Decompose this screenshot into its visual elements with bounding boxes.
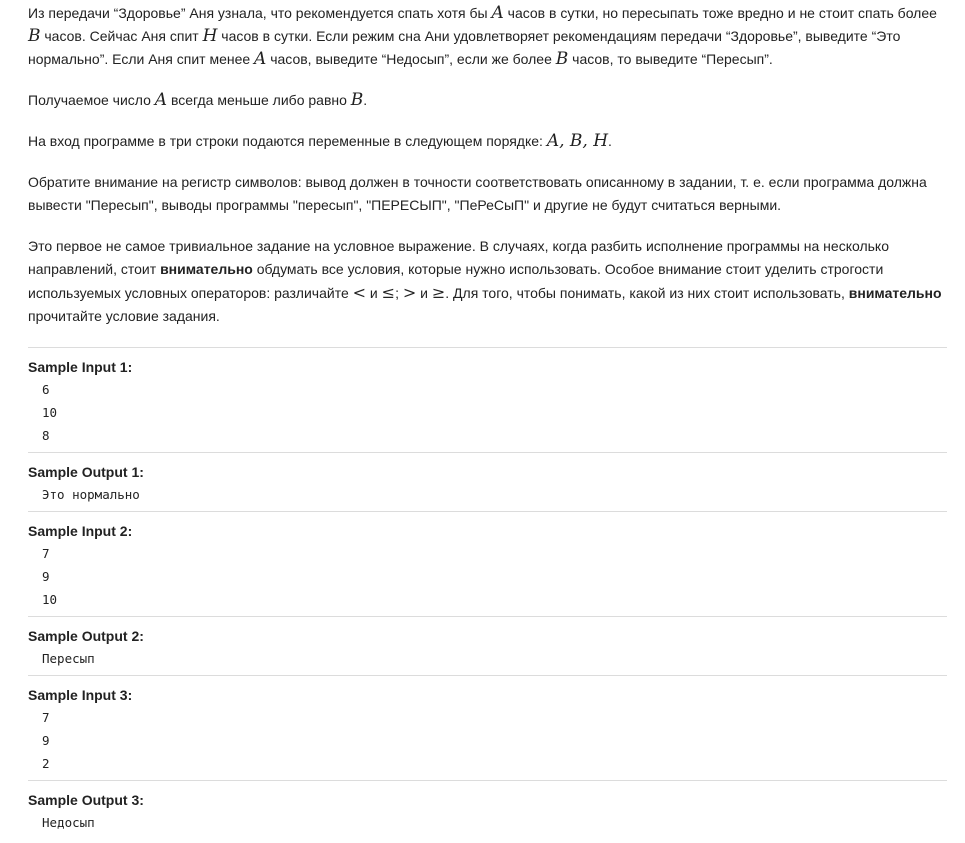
- text: Получаемое число: [28, 92, 155, 108]
- sample-content[interactable]: 6 10 8: [28, 376, 947, 447]
- math-op: >: [402, 283, 417, 302]
- sample-line: 9: [42, 569, 50, 584]
- sample-title: Sample Input 3:: [28, 687, 133, 703]
- paragraph-1: Из передачи “Здоровье” Аня узнала, что р…: [28, 2, 947, 71]
- sample-line: 7: [42, 546, 50, 561]
- text: .: [608, 133, 612, 149]
- sample-output-1: Sample Output 1: Это нормально: [28, 453, 947, 512]
- math-var: B: [28, 26, 41, 46]
- sample-content[interactable]: 7 9 10: [28, 540, 947, 611]
- math-op: <: [352, 283, 367, 302]
- sample-content[interactable]: Пересып: [28, 645, 947, 670]
- sample-output-3: Sample Output 3: Недосып: [28, 781, 947, 839]
- text: часов, то выведите “Пересып”.: [568, 51, 773, 67]
- math-var: A: [154, 90, 168, 110]
- math-op: ≤: [381, 283, 396, 302]
- sample-title: Sample Input 1:: [28, 359, 133, 375]
- math-var: B: [350, 90, 364, 110]
- sample-title: Sample Output 1:: [28, 464, 144, 480]
- sample-input-1: Sample Input 1: 6 10 8: [28, 348, 947, 453]
- math-var: A: [491, 3, 504, 23]
- text: прочитайте условие задания.: [28, 308, 220, 324]
- text: Из передачи “Здоровье” Аня узнала, что р…: [28, 5, 492, 21]
- sample-line: 6: [42, 382, 50, 397]
- sample-line: 10: [42, 592, 58, 607]
- sample-line: 7: [42, 710, 50, 725]
- math-op: ≥: [431, 283, 446, 302]
- math-var: B: [555, 49, 569, 69]
- text: На вход программе в три строки подаются …: [28, 133, 547, 149]
- text: часов. Сейчас Аня спит: [40, 28, 203, 44]
- sample-line: 2: [42, 756, 50, 771]
- text: часов, выведите “Недосып”, если же более: [266, 51, 556, 67]
- problem-statement: Из передачи “Здоровье” Аня узнала, что р…: [28, 2, 947, 839]
- text: . Для того, чтобы понимать, какой из них…: [445, 285, 849, 301]
- sample-input-2: Sample Input 2: 7 9 10: [28, 512, 947, 617]
- text: всегда меньше либо равно: [167, 92, 351, 108]
- text: .: [363, 92, 368, 108]
- math-var: A: [254, 49, 267, 69]
- paragraph-2: Получаемое число A всегда меньше либо ра…: [28, 89, 947, 112]
- text: и: [416, 285, 432, 301]
- paragraph-3: На вход программе в три строки подаются …: [28, 130, 947, 153]
- sample-line: 8: [42, 428, 50, 443]
- sample-title: Sample Output 2:: [28, 628, 144, 644]
- sample-line: 9: [42, 733, 50, 748]
- sample-line: Пересып: [42, 651, 95, 666]
- sample-line: Недосып: [42, 815, 95, 830]
- text: часов в сутки, но пересыпать тоже вредно…: [503, 5, 937, 21]
- sample-line: 10: [42, 405, 58, 420]
- samples-section: Sample Input 1: 6 10 8 Sample Output 1: …: [28, 347, 947, 839]
- sample-output-2: Sample Output 2: Пересып: [28, 617, 947, 676]
- text: и: [366, 285, 382, 301]
- bold-text: внимательно: [848, 285, 942, 301]
- math-var: A, B, H: [546, 131, 609, 151]
- sample-line: Это нормально: [42, 487, 140, 502]
- paragraph-4: Обратите внимание на регистр символов: в…: [28, 174, 927, 213]
- paragraph-5: Это первое не самое тривиальное задание …: [28, 235, 947, 328]
- sample-content[interactable]: Это нормально: [28, 481, 947, 506]
- sample-content[interactable]: 7 9 2: [28, 704, 947, 775]
- sample-content[interactable]: Недосып: [28, 809, 947, 834]
- text: ;: [395, 285, 403, 301]
- sample-title: Sample Output 3:: [28, 792, 144, 808]
- sample-input-3: Sample Input 3: 7 9 2: [28, 676, 947, 781]
- math-var: H: [202, 26, 218, 46]
- sample-title: Sample Input 2:: [28, 523, 133, 539]
- bold-text: внимательно: [160, 261, 253, 277]
